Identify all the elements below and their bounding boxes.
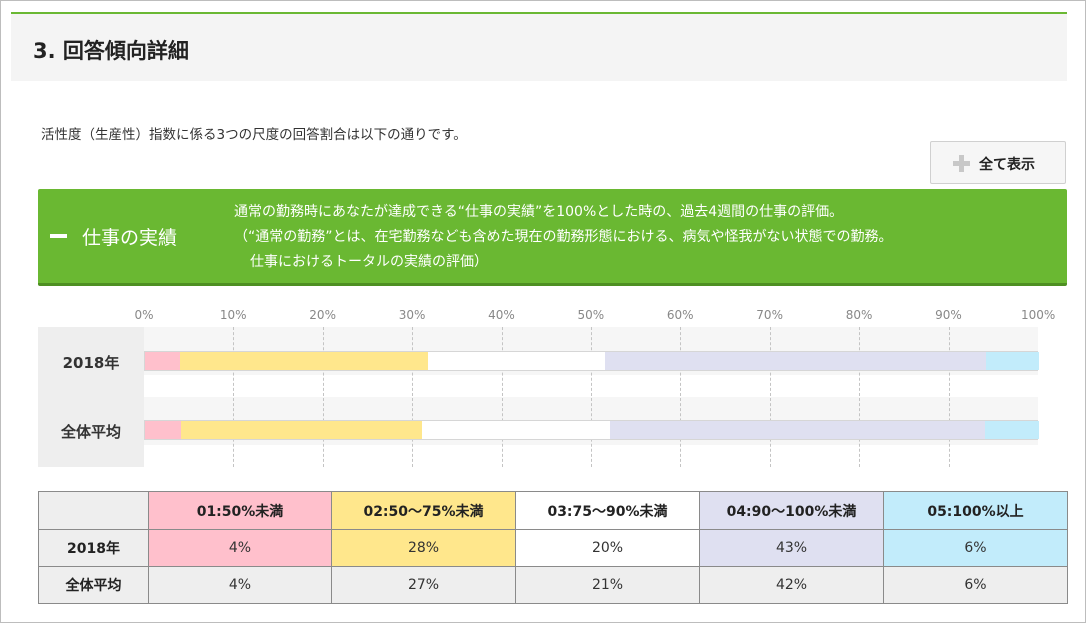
plus-icon bbox=[953, 155, 970, 172]
description-line: （“通常の勤務”とは、在宅勤務なども含めた現在の勤務形態における、病気や怪我がな… bbox=[234, 229, 893, 245]
x-tick-label: 0% bbox=[134, 308, 154, 322]
table-cell: 42% bbox=[699, 566, 884, 604]
x-tick-label: 60% bbox=[666, 308, 694, 322]
bar-segment bbox=[985, 352, 1039, 370]
table-cell: 6% bbox=[883, 529, 1068, 567]
x-tick-label: 80% bbox=[845, 308, 873, 322]
plot-area bbox=[144, 327, 1039, 467]
table-cell: 43% bbox=[699, 529, 884, 567]
table-row-label: 2018年 bbox=[38, 529, 149, 567]
section-toggle-work-performance[interactable]: 仕事の実績 通常の勤務時にあなたが達成できる“仕事の実績”を100%とした時の、… bbox=[38, 189, 1067, 286]
section-title: 仕事の実績 bbox=[82, 227, 178, 249]
table-header-cell: 03:75～90%未満 bbox=[515, 491, 700, 530]
x-tick-label: 30% bbox=[398, 308, 426, 322]
minus-icon bbox=[50, 234, 67, 238]
gridline bbox=[322, 327, 324, 467]
section-header: 3. 回答傾向詳細 bbox=[11, 12, 1067, 81]
x-tick-label: 10% bbox=[219, 308, 247, 322]
table-cell: 28% bbox=[331, 529, 516, 567]
show-all-label: 全て表示 bbox=[979, 157, 1035, 173]
x-tick-label: 90% bbox=[935, 308, 962, 322]
x-tick-label: 50% bbox=[577, 308, 605, 322]
stacked-bar-chart: 2018年 全体平均 0% 10% 20% 30% 40% 50% 60% 70% 80% 90%… bbox=[38, 305, 1067, 470]
x-tick-label: 20% bbox=[309, 308, 336, 322]
gridline bbox=[769, 327, 771, 467]
description-line: 通常の勤務時にあなたが達成できる“仕事の実績”を100%とした時の、過去4週間の… bbox=[234, 204, 844, 220]
description-line: 仕事におけるトータルの実績の評価） bbox=[250, 254, 488, 270]
bar-segment bbox=[145, 421, 181, 439]
table-row-label: 全体平均 bbox=[38, 566, 149, 604]
intro-text: 活性度（生産性）指数に係る3つの尺度の回答割合は以下の通りです。 bbox=[41, 127, 467, 143]
table-cell: 21% bbox=[515, 566, 700, 604]
table-header-cell: 05:100%以上 bbox=[883, 491, 1068, 530]
row-label-column: 2018年 全体平均 bbox=[38, 327, 144, 467]
table-header-cell: 01:50%未満 bbox=[148, 491, 332, 530]
stacked-bar bbox=[144, 420, 1039, 440]
table-row: 2018年 4% 28% 20% 43% 6% bbox=[38, 529, 1068, 567]
page-title: 3. 回答傾向詳細 bbox=[33, 39, 189, 63]
stacked-bar bbox=[144, 351, 1039, 371]
table-header-cell: 02:50～75%未満 bbox=[331, 491, 516, 530]
gridline bbox=[591, 327, 592, 467]
table-cell: 4% bbox=[148, 566, 332, 604]
x-tick-label: 100% bbox=[1021, 308, 1056, 322]
gridline bbox=[948, 327, 950, 467]
bar-segment bbox=[428, 352, 606, 370]
bar-segment bbox=[609, 421, 986, 439]
table-cell: 4% bbox=[148, 529, 332, 567]
bar-segment bbox=[422, 421, 610, 439]
response-ratio-table: 01:50%未満 02:50～75%未満 03:75～90%未満 04:90～1… bbox=[38, 491, 1068, 604]
bar-segment bbox=[985, 421, 1039, 439]
bar-segment bbox=[180, 421, 423, 439]
section-description: 通常の勤務時にあなたが達成できる“仕事の実績”を100%とした時の、過去4週間の… bbox=[234, 200, 893, 275]
show-all-button[interactable]: 全て表示 bbox=[930, 141, 1066, 184]
x-tick-label: 40% bbox=[488, 308, 515, 322]
table-header-cell: 04:90～100%未満 bbox=[699, 491, 884, 530]
x-tick-label: 70% bbox=[756, 308, 783, 322]
row-label-overall-average: 全体平均 bbox=[60, 423, 121, 441]
table-cell: 20% bbox=[515, 529, 700, 567]
table-corner-cell bbox=[38, 491, 149, 530]
gridline bbox=[680, 327, 682, 467]
gridline bbox=[501, 327, 503, 467]
bar-segment bbox=[605, 352, 986, 370]
bar-segment bbox=[180, 352, 429, 370]
gridline bbox=[859, 327, 861, 467]
gridline bbox=[233, 327, 235, 467]
table-cell: 27% bbox=[331, 566, 516, 604]
gridline bbox=[412, 327, 414, 467]
table-cell: 6% bbox=[883, 566, 1068, 604]
table-header-row: 01:50%未満 02:50～75%未満 03:75～90%未満 04:90～1… bbox=[38, 491, 1068, 530]
row-label-2018: 2018年 bbox=[62, 354, 120, 372]
bar-segment bbox=[145, 352, 181, 370]
table-row: 全体平均 4% 27% 21% 42% 6% bbox=[38, 566, 1068, 604]
